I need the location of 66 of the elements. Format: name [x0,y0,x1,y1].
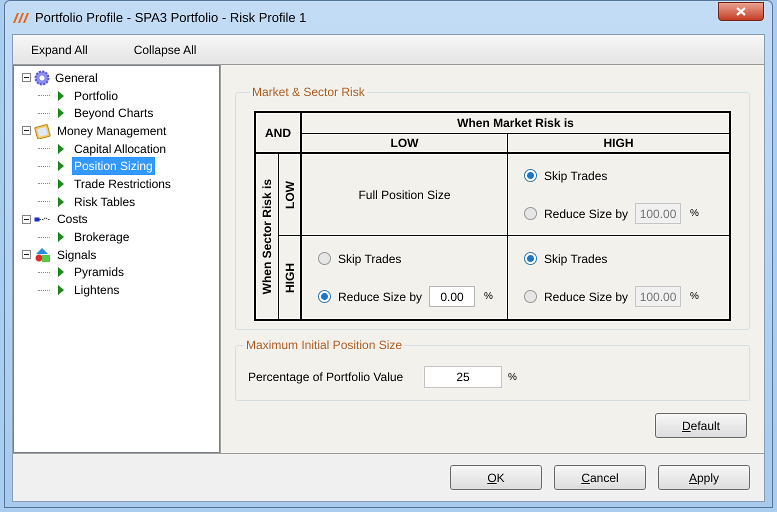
connector-icon [34,216,51,222]
tree-item[interactable]: Signals [55,246,98,264]
triangle-icon [58,178,64,189]
radio-button[interactable] [318,290,331,303]
close-button[interactable] [718,2,764,21]
collapse-toggle[interactable] [22,250,31,260]
collapse-toggle[interactable] [22,214,31,224]
triangle-icon [58,161,64,172]
field-label: Percentage of Portfolio Value [248,369,404,386]
tree-item[interactable]: General [53,68,100,87]
column-header: LOW [302,134,508,154]
tree-item[interactable]: Lightens [72,281,122,300]
percent-unit: % [690,207,699,221]
triangle-icon [58,267,64,278]
triangle-icon [58,196,64,207]
percent-field[interactable]: 0.00 [429,286,476,307]
triangle-icon [58,144,64,154]
close-icon [736,7,746,16]
default-button[interactable]: Default [655,413,747,438]
shapes-icon [34,246,52,263]
percentage-field[interactable]: 25 [424,366,502,388]
tree-item[interactable]: Beyond Charts [72,104,156,122]
gear-icon [34,70,50,86]
tree-item[interactable]: Costs [55,210,90,228]
option-label: Reduce Size by [544,288,628,306]
option-label: Skip Trades [544,168,608,184]
group-title: Maximum Initial Position Size [245,337,404,354]
percent-unit: % [484,290,493,304]
radio-button[interactable] [524,169,537,182]
row-header: LOW [282,180,298,208]
table-header: When Market Risk is [302,113,729,134]
window-title: Portfolio Profile - SPA3 Portfolio - Risk Profile 1 [35,8,306,27]
tree-item[interactable]: Money Management [55,122,168,140]
clipboard-icon [34,122,52,139]
column-header: HIGH [508,134,729,154]
radio-button[interactable] [318,252,331,265]
tree-item[interactable]: Pyramids [72,263,126,282]
dialog-button[interactable]: Cancel [554,465,646,490]
tree-item[interactable]: Risk Tables [72,192,138,211]
option-label: Skip Trades [338,250,402,268]
row-header: HIGH [282,262,298,292]
triangle-icon [58,232,64,242]
collapse-toggle[interactable] [22,73,31,82]
table-corner: AND [256,113,302,154]
triangle-icon [58,90,64,101]
option-label: Reduce Size by [544,206,628,222]
row-group-header: When Sector Risk is [259,178,275,294]
tree-item[interactable]: Trade Restrictions [72,174,173,193]
percent-unit: % [508,370,517,384]
option-label: Reduce Size by [338,288,422,306]
tree-item[interactable]: Portfolio [72,86,120,105]
triangle-icon [58,285,64,296]
tree-item[interactable]: Capital Allocation [72,140,168,158]
percent-unit: % [690,290,699,304]
group-title: Market & Sector Risk [251,84,366,101]
tree-item[interactable]: Brokerage [72,228,132,246]
radio-button[interactable] [524,252,537,265]
dialog-button[interactable]: Apply [658,465,750,490]
toolbar-button[interactable]: Collapse All [134,40,196,58]
collapse-toggle[interactable] [22,126,31,136]
cell-text: Full Position Size [358,186,451,204]
dialog-button[interactable]: OK [450,465,542,490]
option-label: Skip Trades [544,250,608,268]
triangle-icon [58,108,64,118]
toolbar-button[interactable]: Expand All [31,40,88,58]
logo-icon [13,12,29,22]
